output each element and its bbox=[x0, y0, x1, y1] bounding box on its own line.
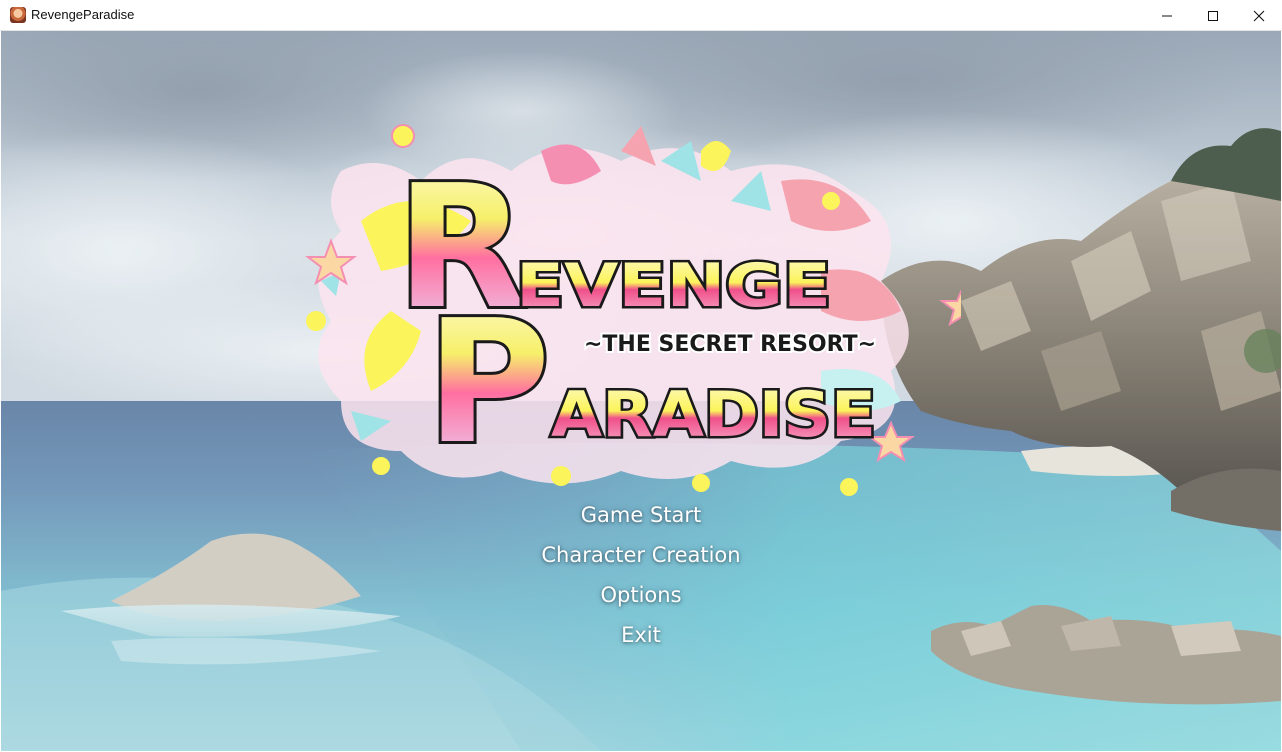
minimize-icon bbox=[1162, 15, 1172, 16]
maximize-icon bbox=[1208, 10, 1218, 21]
game-logo: R P EVENGE ~THE SECRET RESORT~ ARADISE bbox=[305, 124, 961, 496]
close-button[interactable] bbox=[1236, 0, 1282, 31]
logo-word-revenge: EVENGE bbox=[516, 251, 831, 321]
app-icon bbox=[10, 7, 26, 23]
window-titlebar[interactable]: RevengeParadise bbox=[0, 0, 1282, 31]
main-menu: Game Start Character Creation Options Ex… bbox=[441, 495, 841, 655]
menu-options[interactable]: Options bbox=[600, 575, 681, 615]
logo-subtitle: ~THE SECRET RESORT~ bbox=[584, 332, 876, 357]
logo-word-paradise: ARADISE bbox=[551, 378, 876, 451]
game-viewport[interactable]: R P EVENGE ~THE SECRET RESORT~ ARADISE G… bbox=[1, 31, 1281, 751]
maximize-button[interactable] bbox=[1190, 0, 1236, 31]
menu-character-creation[interactable]: Character Creation bbox=[541, 535, 740, 575]
minimize-button[interactable] bbox=[1144, 0, 1190, 31]
window-title: RevengeParadise bbox=[31, 7, 135, 22]
close-icon bbox=[1253, 10, 1265, 21]
menu-exit[interactable]: Exit bbox=[621, 615, 661, 655]
menu-game-start[interactable]: Game Start bbox=[581, 495, 702, 535]
